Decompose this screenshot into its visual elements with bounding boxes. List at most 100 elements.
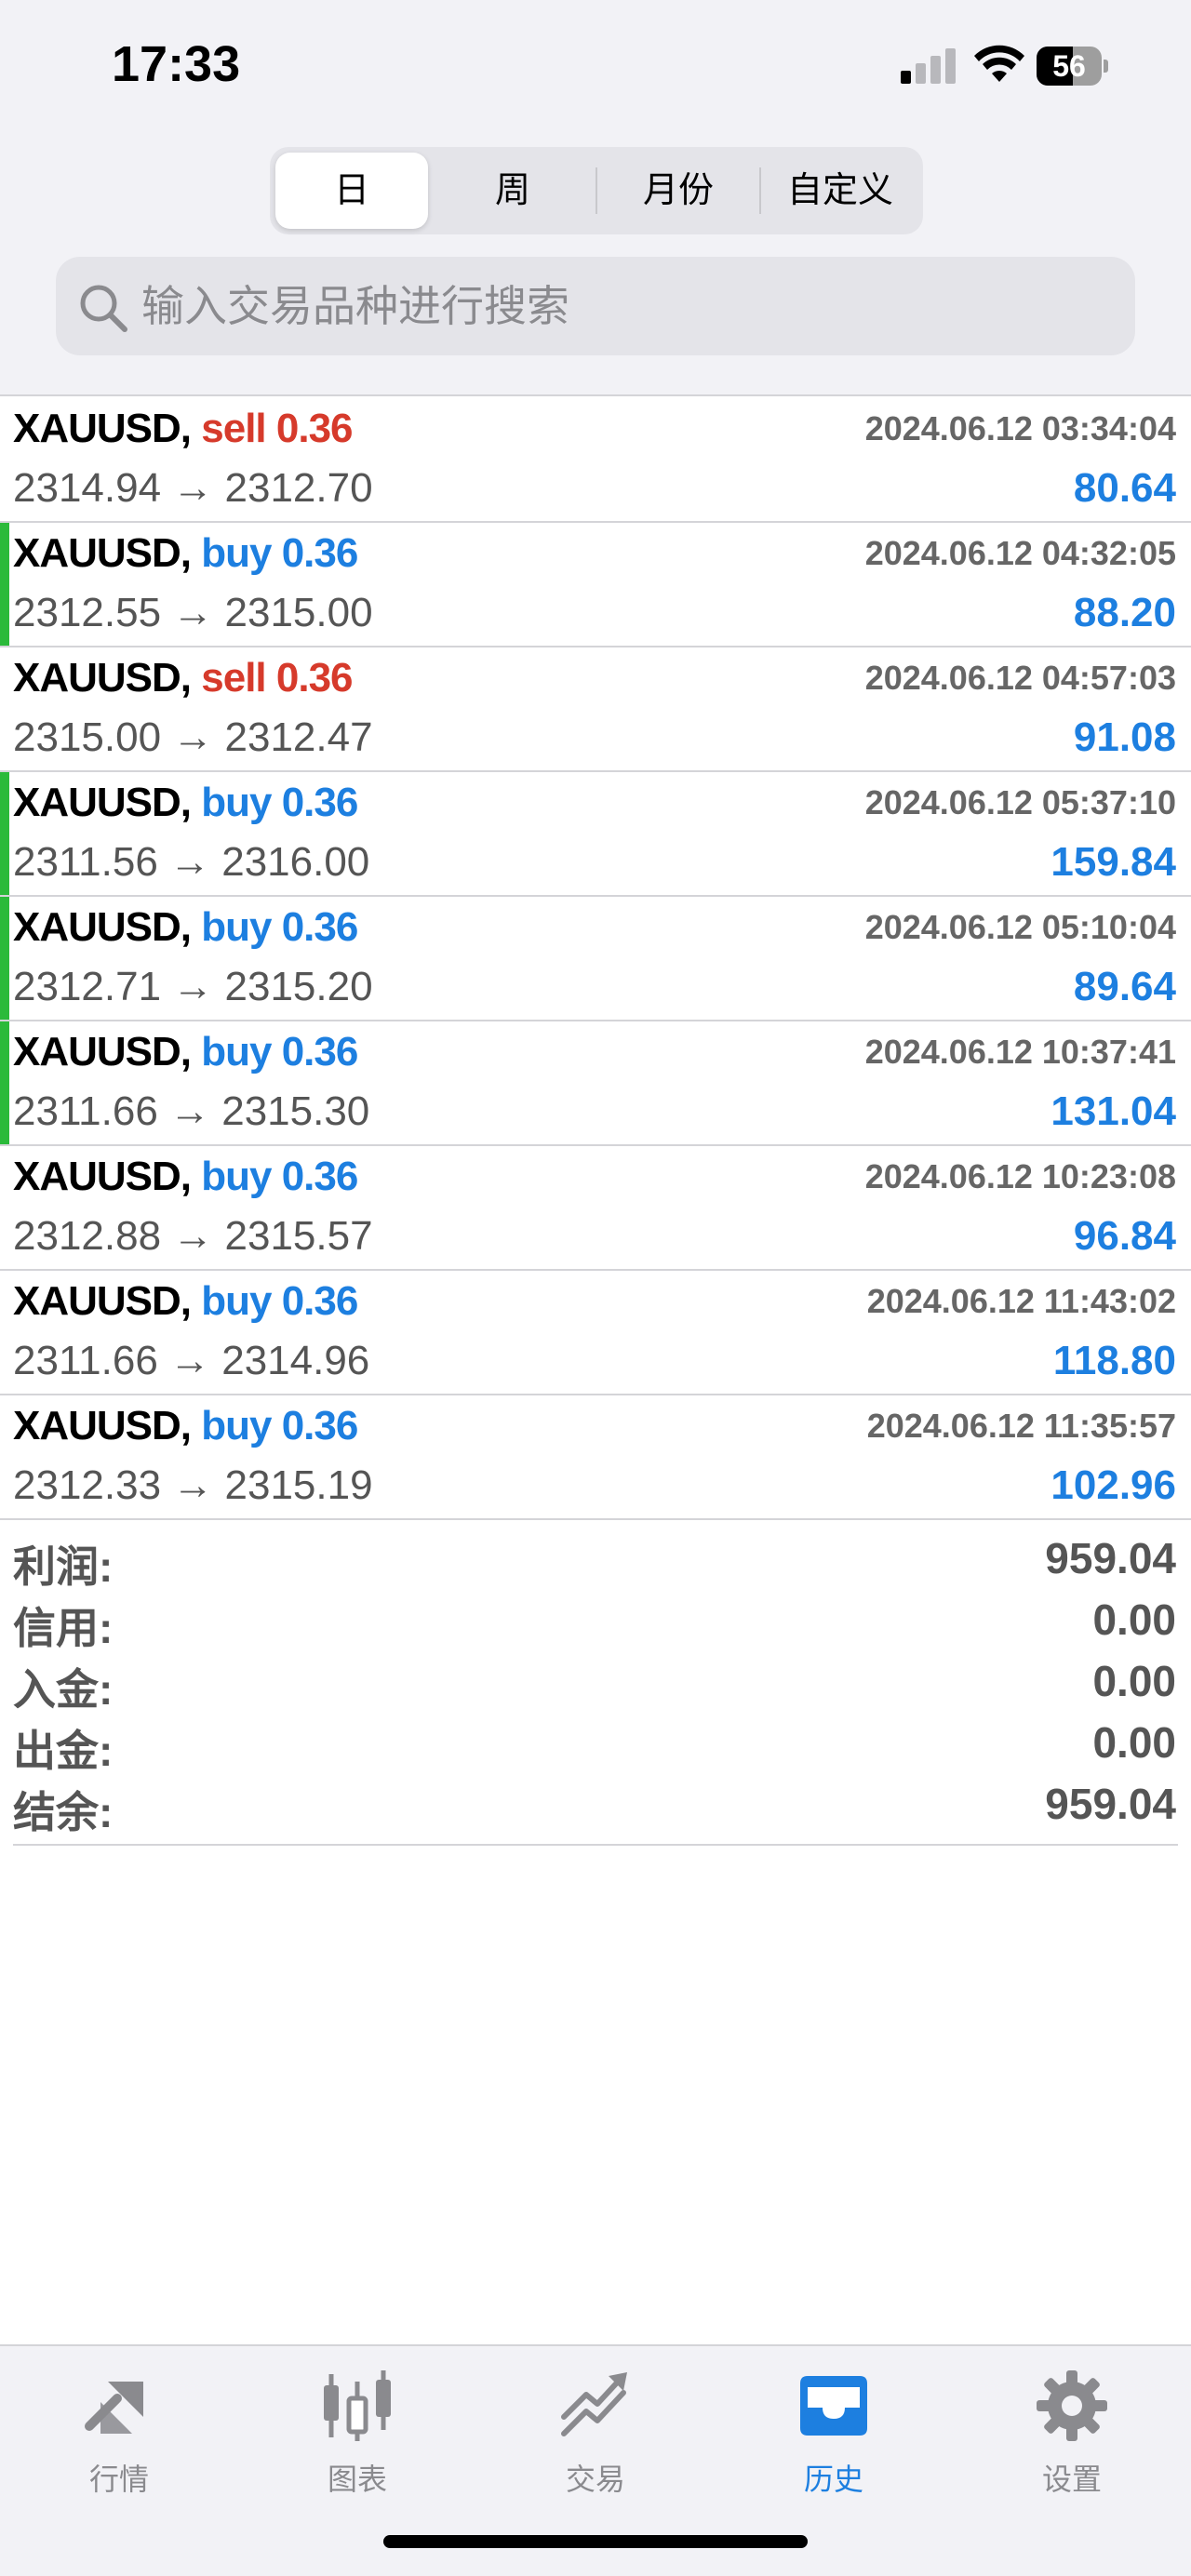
trade-symbol: XAUUSD, [13, 904, 192, 950]
quotes-arrows-icon [85, 2382, 143, 2434]
tab-chart[interactable]: 图表 [283, 2369, 432, 2508]
summary-row-profit: 利润: 959.04 [13, 1526, 1178, 1591]
trade-symbol: XAUUSD, [13, 1278, 192, 1324]
tab-quotes[interactable]: 行情 [45, 2369, 194, 2508]
position-marker [0, 1021, 9, 1144]
trade-row[interactable]: XAUUSD, buy 0.36 2024.06.12 11:43:02 231… [0, 1271, 1191, 1395]
segment-month[interactable]: 月份 [599, 153, 757, 229]
tab-history[interactable]: 历史 [759, 2369, 908, 2508]
battery-level: 56 [1052, 49, 1086, 83]
segment-divider [759, 167, 761, 214]
account-summary: 利润: 959.04 信用: 0.00 入金: 0.00 出金: 0.00 结余… [13, 1526, 1178, 1846]
trade-side: buy 0.36 [201, 1403, 358, 1448]
history-header: 日 周 月份 自定义 [0, 140, 1191, 396]
period-segmented-control: 日 周 月份 自定义 [270, 147, 923, 234]
position-marker [0, 897, 9, 1020]
trade-side: sell 0.36 [201, 655, 353, 701]
trade-symbol: XAUUSD, [13, 780, 192, 825]
tab-label: 图表 [327, 2463, 387, 2496]
tab-trade[interactable]: 交易 [521, 2369, 670, 2508]
trade-profit: 102.96 [1050, 1462, 1176, 1508]
trade-prices: 2312.88 → 2315.57 [13, 1213, 373, 1259]
battery-icon: 56 [1037, 47, 1109, 86]
position-marker [0, 772, 9, 895]
tab-label: 历史 [803, 2463, 863, 2496]
trade-trend-icon [561, 2372, 627, 2436]
trade-row[interactable]: XAUUSD, buy 0.36 2024.06.12 10:23:08 231… [0, 1146, 1191, 1271]
summary-label: 利润: [13, 1542, 114, 1591]
trade-date: 2024.06.12 03:34:04 [864, 409, 1176, 447]
trade-date: 2024.06.12 10:37:41 [864, 1033, 1176, 1071]
trade-row[interactable]: XAUUSD, buy 0.36 2024.06.12 10:37:41 231… [0, 1021, 1191, 1146]
trade-symbol: XAUUSD, [13, 1029, 192, 1074]
trade-row[interactable]: XAUUSD, buy 0.36 2024.06.12 05:37:10 231… [0, 772, 1191, 897]
home-indicator [383, 2535, 808, 2548]
trade-symbol: XAUUSD, [13, 1403, 192, 1448]
summary-value: 959.04 [1045, 1534, 1176, 1582]
trade-prices: 2314.94 → 2312.70 [13, 465, 373, 511]
trade-profit: 118.80 [1052, 1338, 1176, 1383]
trade-side: buy 0.36 [201, 1154, 358, 1199]
trade-row[interactable]: XAUUSD, sell 0.36 2024.06.12 03:34:04 23… [0, 398, 1191, 523]
summary-value: 0.00 [1092, 1657, 1176, 1705]
trade-symbol: XAUUSD, [13, 655, 192, 701]
trade-date: 2024.06.12 11:35:57 [866, 1407, 1176, 1445]
search-icon [80, 285, 127, 332]
trade-side: buy 0.36 [201, 530, 358, 576]
trade-side: buy 0.36 [201, 780, 358, 825]
gear-icon [1037, 2370, 1107, 2441]
trade-date: 2024.06.12 04:32:05 [864, 534, 1176, 572]
history-inbox-icon [800, 2376, 867, 2436]
trade-history-list: XAUUSD, sell 0.36 2024.06.12 03:34:04 23… [0, 398, 1191, 1520]
wifi-icon [974, 45, 1024, 82]
trade-side: buy 0.36 [201, 904, 358, 950]
trade-profit: 96.84 [1073, 1213, 1176, 1259]
summary-label: 结余: [13, 1788, 114, 1836]
trade-date: 2024.06.12 05:10:04 [864, 908, 1176, 946]
summary-value: 0.00 [1092, 1718, 1176, 1767]
trade-row[interactable]: XAUUSD, buy 0.36 2024.06.12 11:35:57 231… [0, 1395, 1191, 1520]
tab-label: 交易 [565, 2463, 625, 2496]
trade-profit: 91.08 [1073, 714, 1176, 760]
trade-prices: 2312.55 → 2315.00 [13, 590, 373, 635]
clock: 17:33 [112, 36, 241, 92]
trade-prices: 2311.66 → 2315.30 [13, 1088, 370, 1134]
position-marker [0, 523, 9, 646]
summary-label: 出金: [13, 1727, 114, 1775]
trade-symbol: XAUUSD, [13, 530, 192, 576]
status-bar: 17:33 56 [0, 0, 1191, 140]
trade-symbol: XAUUSD, [13, 1154, 192, 1199]
tab-settings[interactable]: 设置 [997, 2369, 1146, 2508]
summary-value: 959.04 [1045, 1780, 1176, 1828]
trade-side: buy 0.36 [201, 1029, 358, 1074]
trade-row[interactable]: XAUUSD, buy 0.36 2024.06.12 04:32:05 231… [0, 523, 1191, 647]
summary-label: 信用: [13, 1604, 114, 1652]
trade-date: 2024.06.12 10:23:08 [864, 1157, 1176, 1195]
trade-side: sell 0.36 [201, 406, 353, 451]
summary-row-balance: 结余: 959.04 [13, 1771, 1178, 1836]
search-bar[interactable] [56, 257, 1135, 355]
segment-week[interactable]: 周 [434, 153, 592, 229]
trade-row[interactable]: XAUUSD, buy 0.36 2024.06.12 05:10:04 231… [0, 897, 1191, 1021]
trade-symbol: XAUUSD, [13, 406, 192, 451]
segment-divider [596, 167, 597, 214]
trade-date: 2024.06.12 04:57:03 [864, 659, 1176, 697]
trade-profit: 131.04 [1050, 1088, 1176, 1134]
trade-profit: 89.64 [1073, 964, 1176, 1009]
tab-label: 行情 [88, 2463, 149, 2496]
segment-day[interactable]: 日 [275, 153, 428, 229]
trade-date: 2024.06.12 11:43:02 [866, 1282, 1176, 1320]
trade-profit: 88.20 [1073, 590, 1176, 635]
trade-date: 2024.06.12 05:37:10 [864, 783, 1176, 821]
trade-prices: 2312.71 → 2315.20 [13, 964, 373, 1009]
summary-label: 入金: [13, 1665, 114, 1714]
trade-row[interactable]: XAUUSD, sell 0.36 2024.06.12 04:57:03 23… [0, 647, 1191, 772]
trade-profit: 80.64 [1073, 465, 1176, 511]
trade-prices: 2315.00 → 2312.47 [13, 714, 373, 760]
summary-row-deposit: 入金: 0.00 [13, 1648, 1178, 1714]
summary-row-credit: 信用: 0.00 [13, 1587, 1178, 1652]
segment-custom[interactable]: 自定义 [763, 153, 917, 229]
tab-label: 设置 [1041, 2463, 1102, 2496]
candlestick-chart-icon [324, 2370, 391, 2441]
search-input[interactable] [141, 257, 1109, 355]
